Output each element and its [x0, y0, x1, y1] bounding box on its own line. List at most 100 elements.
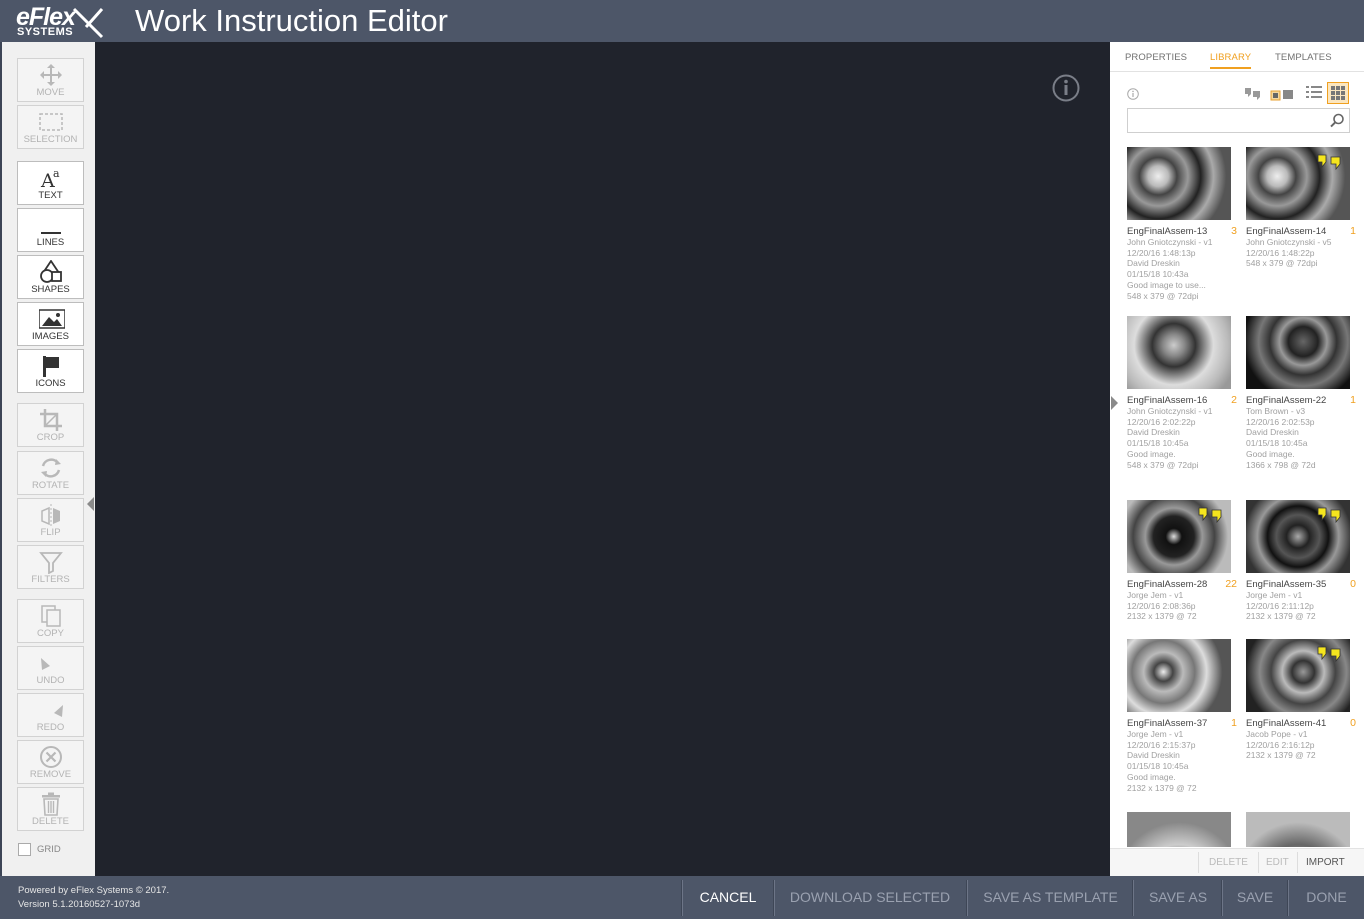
library-item-meta-line: 548 x 379 @ 72dpi [1246, 258, 1318, 269]
collapse-toolbar-arrow-icon[interactable] [87, 497, 94, 511]
library-item-thumbnail[interactable] [1127, 147, 1231, 220]
tool-shapes-button[interactable]: SHAPES [17, 255, 84, 299]
tab-library[interactable]: LIBRARY [1210, 52, 1252, 69]
cancel-button[interactable]: CANCEL [683, 876, 773, 919]
library-grid: EngFinalAssem-13 3 John Gniotczynski - v1 1… [1110, 142, 1364, 847]
library-item-meta: Jorge Jem - v1 12/20/16 2:11:12p 2132 x 13… [1246, 590, 1356, 622]
library-item-usage-count: 1 [1231, 717, 1237, 729]
callout-arrows-icon [1317, 154, 1341, 171]
undo-icon [41, 658, 50, 670]
library-search-input[interactable] [1128, 109, 1324, 132]
library-item-thumbnail[interactable] [1127, 812, 1231, 847]
library-info-icon[interactable] [1127, 88, 1139, 100]
copy-icon [41, 605, 61, 627]
editor-canvas[interactable] [95, 42, 1110, 876]
library-delete-button[interactable]: DELETE [1209, 857, 1248, 869]
library-item-thumbnail[interactable] [1127, 500, 1231, 573]
grid-checkbox[interactable] [18, 843, 31, 856]
library-item-meta-line: Good image. [1246, 448, 1295, 459]
save-button[interactable]: SAVE [1223, 876, 1287, 919]
remove-icon [40, 746, 62, 768]
tool-undo-button[interactable]: UNDO [17, 646, 84, 690]
library-item-meta-line: Good image. [1127, 771, 1176, 782]
tool-label: LINES [36, 237, 65, 248]
tool-selection-button[interactable]: SELECTION [17, 105, 84, 149]
library-item-meta: Tom Brown - v3 12/20/16 2:02:53p David Dre… [1246, 406, 1356, 470]
library-search[interactable] [1127, 108, 1350, 133]
search-icon[interactable] [1329, 113, 1345, 129]
list-view-icon[interactable] [1305, 84, 1323, 100]
text-icon: Aa [40, 167, 60, 190]
library-import-button[interactable]: IMPORT [1306, 857, 1345, 869]
tool-label: MOVE [36, 87, 65, 98]
grid-view-icon[interactable] [1327, 82, 1349, 104]
tool-filters-button[interactable]: FILTERS [17, 545, 84, 589]
right-panel: PROPERTIES LIBRARY TEMPLATES EngFinalAss… [1110, 42, 1364, 876]
library-item-meta-line: John Gniotczynski - v5 [1246, 237, 1332, 247]
tool-rotate-button[interactable]: ROTATE [17, 451, 84, 495]
library-item-thumbnail[interactable] [1246, 812, 1350, 847]
header-bar: eFlex SYSTEMS Work Instruction Editor [0, 0, 1364, 42]
tool-lines-button[interactable]: LINES [17, 208, 84, 252]
library-item-meta-line: 1366 x 798 @ 72d [1246, 459, 1316, 470]
tool-crop-button[interactable]: CROP [17, 403, 84, 447]
done-button[interactable]: DONE [1289, 876, 1364, 919]
library-item-usage-count: 1 [1350, 225, 1356, 237]
library-item-meta-line: 01/15/18 10:43a [1127, 269, 1189, 280]
library-item-usage-count: 1 [1350, 394, 1356, 406]
tab-templates[interactable]: TEMPLATES [1275, 52, 1332, 64]
download-selected-button[interactable]: DOWNLOAD SELECTED [775, 876, 965, 919]
tool-label: ROTATE [31, 480, 70, 491]
library-item-meta: Jacob Pope - v1 12/20/16 2:16:12p 2132 x 1… [1246, 729, 1356, 761]
library-item-thumbnail[interactable] [1246, 500, 1350, 573]
library-item-usage-count: 22 [1225, 578, 1237, 590]
footer-bar: Powered by eFlex Systems © 2017. Version… [0, 876, 1364, 919]
tool-flip-button[interactable]: FLIP [17, 498, 84, 542]
library-item-thumbnail[interactable] [1246, 316, 1350, 389]
library-item-meta-line: 01/15/18 10:45a [1127, 761, 1189, 772]
image-size-toggle-icon[interactable] [1270, 87, 1294, 101]
save-as-template-button[interactable]: SAVE AS TEMPLATE [968, 876, 1133, 919]
tool-icons-button[interactable]: ICONS [17, 349, 84, 393]
library-item-meta-line: 12/20/16 2:15:37p [1127, 739, 1196, 750]
collapse-panel-arrow-icon[interactable] [1111, 396, 1118, 410]
library-edit-button[interactable]: EDIT [1266, 857, 1289, 869]
library-toolbar [1110, 78, 1364, 108]
library-item-meta-line: 548 x 379 @ 72dpi [1127, 290, 1199, 301]
tab-properties[interactable]: PROPERTIES [1125, 52, 1187, 64]
library-item-meta: Jorge Jem - v1 12/20/16 2:08:36p 2132 x 13… [1127, 590, 1237, 622]
tool-move-button[interactable]: MOVE [17, 58, 84, 102]
tool-text-button[interactable]: Aa TEXT [17, 161, 84, 205]
save-as-button[interactable]: SAVE AS [1134, 876, 1222, 919]
info-icon[interactable] [1052, 74, 1080, 102]
library-item-thumbnail[interactable] [1246, 147, 1350, 220]
version-text: Version 5.1.20160527-1073d [18, 899, 141, 910]
tool-label: COPY [37, 628, 64, 639]
library-item-meta: John Gniotczynski - v5 12/20/16 1:48:22p 5… [1246, 237, 1356, 269]
tool-copy-button[interactable]: COPY [17, 599, 84, 643]
images-icon [39, 309, 65, 329]
redo-icon [54, 705, 63, 717]
tool-images-button[interactable]: IMAGES [17, 302, 84, 346]
eflex-logo: eFlex SYSTEMS [16, 5, 106, 39]
tool-remove-button[interactable]: REMOVE [17, 740, 84, 784]
library-item-thumbnail[interactable] [1246, 639, 1350, 712]
rotate-icon [41, 458, 61, 478]
library-item-meta-line: Good image. [1127, 448, 1176, 459]
tool-redo-button[interactable]: REDO [17, 693, 84, 737]
library-item-thumbnail[interactable] [1127, 316, 1231, 389]
library-item-thumbnail[interactable] [1127, 639, 1231, 712]
selection-icon [39, 113, 63, 131]
library-item-meta-line: Jorge Jem - v1 [1127, 729, 1184, 739]
callout-filter-icon[interactable] [1244, 85, 1262, 101]
tool-label: IMAGES [32, 331, 69, 342]
flip-icon [41, 504, 60, 526]
crop-icon [40, 409, 62, 431]
library-item-usage-count: 0 [1350, 578, 1356, 590]
tool-delete-button[interactable]: DELETE [17, 787, 84, 831]
library-item-meta-line: 01/15/18 10:45a [1127, 438, 1189, 449]
library-item-meta-line: David Dreskin [1127, 258, 1180, 269]
app-window: eFlex SYSTEMS Work Instruction Editor MO… [0, 0, 1364, 919]
library-item-meta-line: 548 x 379 @ 72dpi [1127, 459, 1199, 470]
library-item-meta-line: 2132 x 1379 @ 72 [1246, 611, 1316, 622]
